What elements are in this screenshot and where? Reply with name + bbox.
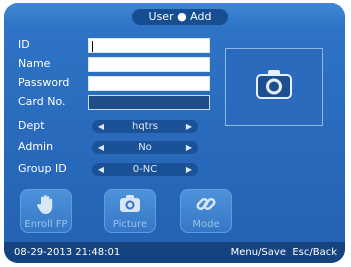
name-label: Name [18, 57, 51, 70]
arrow-left-icon[interactable]: ◀ [94, 120, 108, 133]
id-field[interactable] [88, 38, 210, 53]
page-title: User ● Add [132, 9, 228, 25]
link-icon [196, 197, 216, 211]
title-bar: User ● Add [4, 3, 345, 27]
arrow-right-icon[interactable]: ▶ [182, 120, 196, 133]
group-id-label: Group ID [18, 162, 67, 175]
dept-selector[interactable]: ◀ hqtrs ▶ [92, 120, 198, 133]
camera-icon [120, 195, 140, 212]
key-hints: Menu/Save Esc/Back [230, 247, 337, 258]
dept-label: Dept [18, 119, 45, 132]
group-id-selector[interactable]: ◀ 0-NC ▶ [92, 163, 198, 176]
card-no-label: Card No. [18, 95, 66, 108]
photo-preview [225, 48, 323, 126]
arrow-left-icon[interactable]: ◀ [94, 163, 108, 176]
card-no-field[interactable] [88, 95, 210, 110]
picture-label: Picture [112, 219, 148, 230]
datetime: 08-29-2013 21:48:01 [14, 247, 121, 258]
enroll-fp-label: Enroll FP [24, 219, 68, 230]
mode-label: Mode [192, 219, 220, 230]
hand-icon [37, 195, 53, 214]
mode-button[interactable]: Mode [180, 189, 232, 233]
group-id-value: 0-NC [132, 164, 158, 175]
arrow-right-icon[interactable]: ▶ [182, 163, 196, 176]
dept-value: hqtrs [132, 121, 158, 132]
enroll-fp-button[interactable]: Enroll FP [20, 189, 72, 233]
name-field[interactable] [88, 57, 210, 72]
status-bar: 08-29-2013 21:48:01 Menu/Save Esc/Back [4, 242, 345, 263]
camera-icon [256, 70, 292, 99]
picture-button[interactable]: Picture [104, 189, 156, 233]
password-field[interactable] [88, 76, 210, 91]
admin-selector[interactable]: ◀ No ▶ [92, 141, 198, 154]
password-label: Password [18, 76, 70, 89]
arrow-left-icon[interactable]: ◀ [94, 141, 108, 154]
id-label: ID [18, 38, 30, 51]
admin-label: Admin [18, 140, 54, 153]
admin-value: No [138, 142, 152, 153]
arrow-right-icon[interactable]: ▶ [182, 141, 196, 154]
text-cursor [92, 41, 93, 52]
device-screen: User ● Add ID Name Password Card No. Dep… [4, 3, 345, 263]
